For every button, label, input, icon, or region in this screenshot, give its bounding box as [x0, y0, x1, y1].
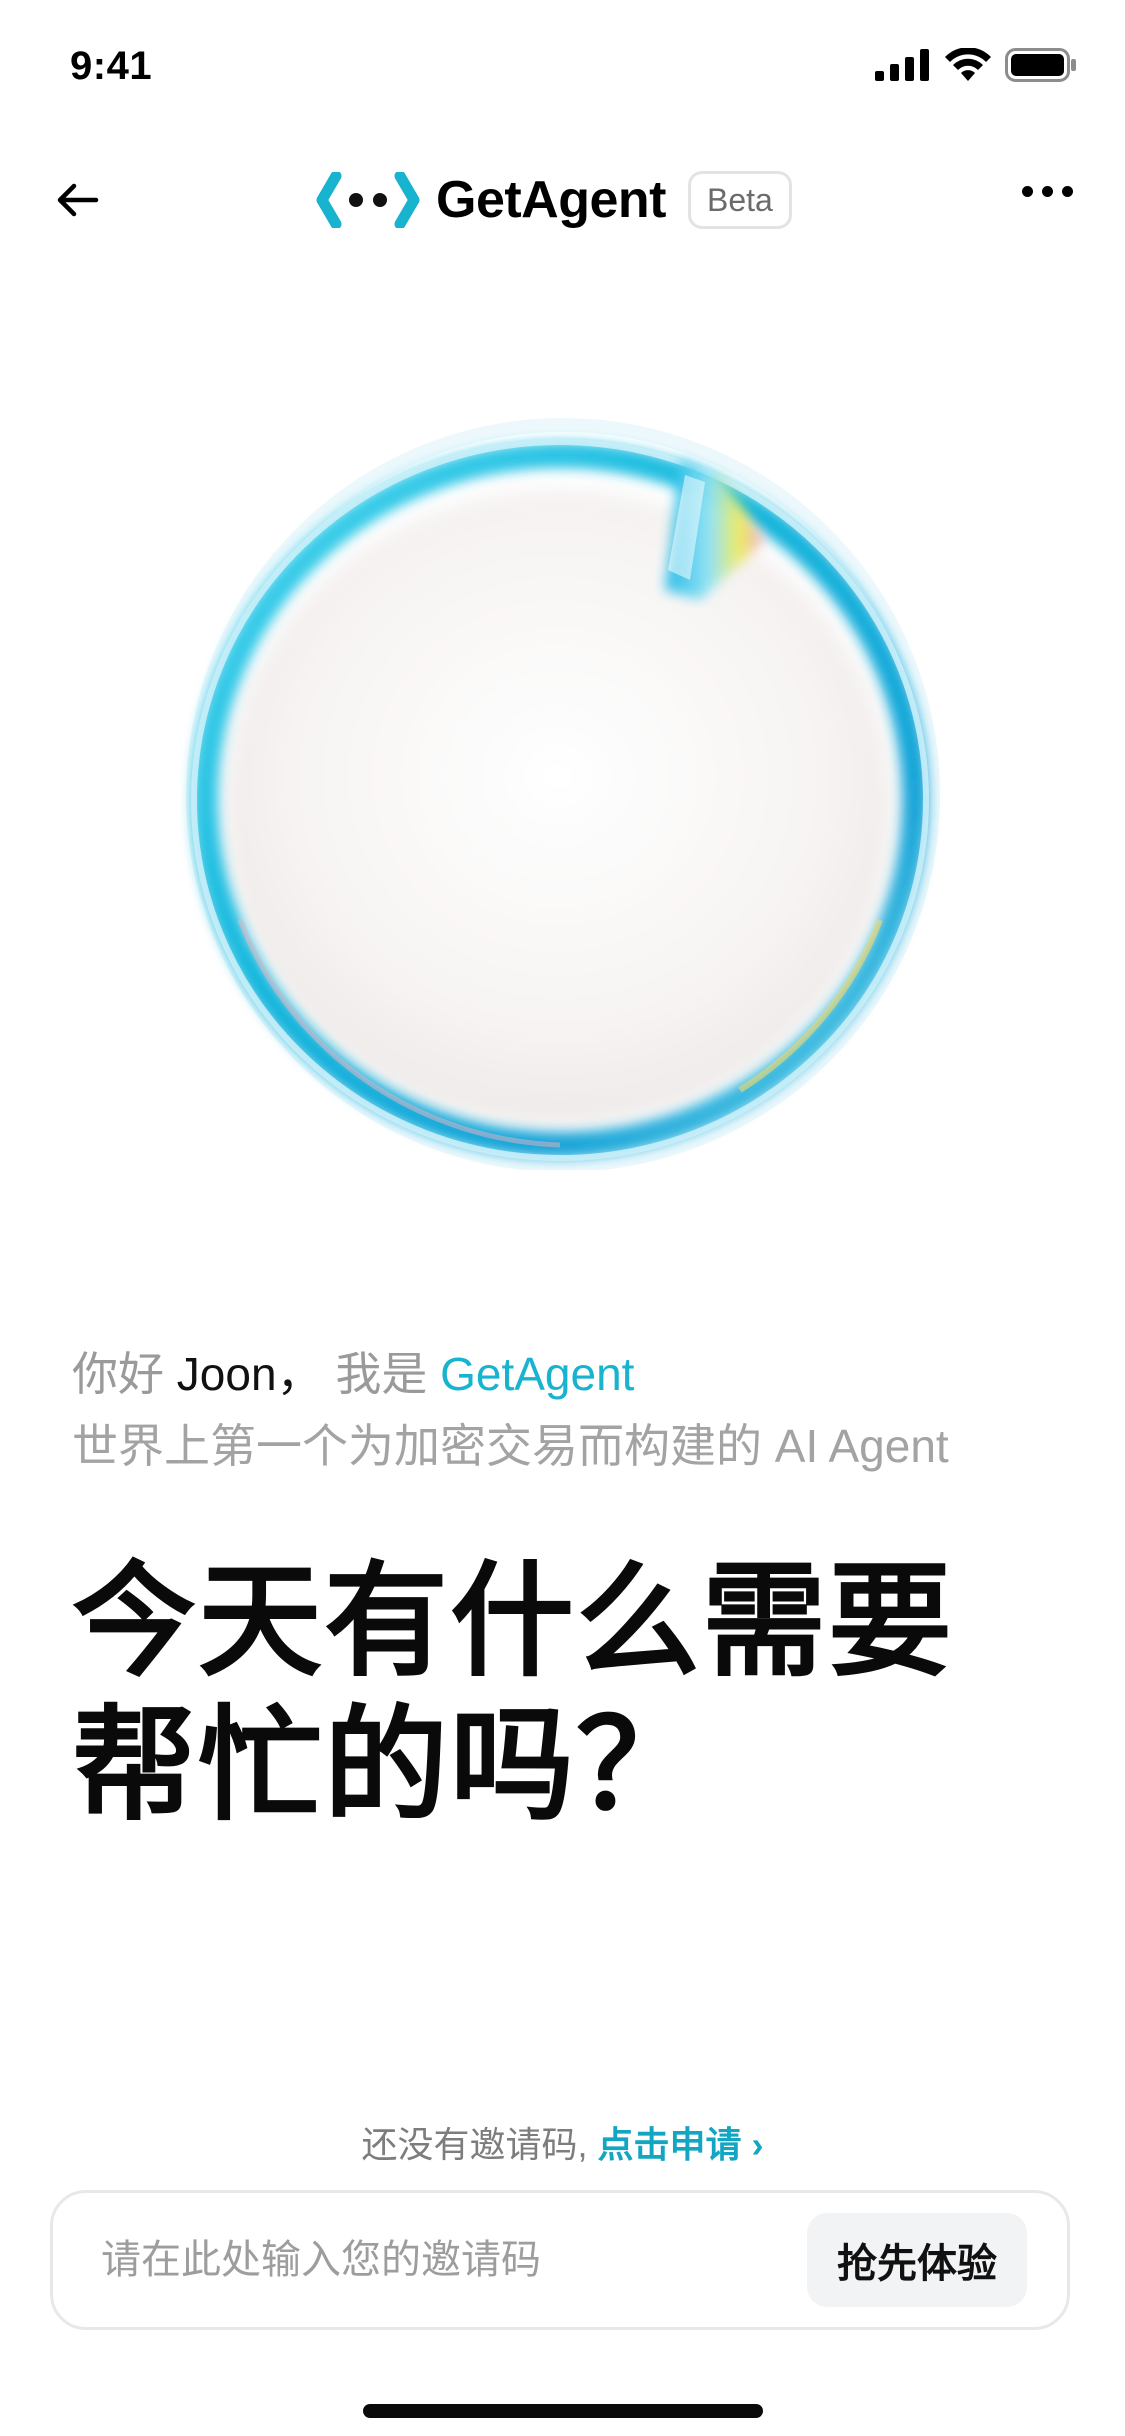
- status-icons: [875, 48, 1077, 82]
- brand-header: GetAgent Beta: [316, 165, 792, 235]
- early-access-button[interactable]: 抢先体验: [807, 2213, 1027, 2307]
- more-icon-dot: [1022, 186, 1033, 197]
- invite-code-card: 抢先体验: [50, 2190, 1070, 2330]
- user-name: Joon: [176, 1348, 277, 1400]
- invite-prompt-text: 还没有邀请码,: [361, 2124, 588, 2165]
- battery-icon: [1005, 48, 1076, 82]
- back-arrow-icon: [57, 183, 99, 217]
- hero-orb-illustration: [180, 400, 950, 1172]
- cellular-signal-icon: [875, 49, 929, 81]
- more-icon-dot: [1062, 186, 1073, 197]
- greeting-line: 你好 Joon， 我是 GetAgent: [72, 1338, 634, 1404]
- orb-graphic: [186, 418, 940, 1172]
- invite-prompt: 还没有邀请码, 点击申请 ›: [0, 2116, 1125, 2168]
- getagent-logo-icon: [316, 172, 420, 228]
- beta-badge: Beta: [688, 171, 792, 229]
- greeting-hello: 你好: [72, 1348, 164, 1400]
- more-button[interactable]: [1022, 186, 1073, 197]
- home-indicator[interactable]: [363, 2404, 763, 2418]
- wifi-icon: [945, 48, 991, 81]
- brand-name: GetAgent: [436, 171, 667, 229]
- agent-name: GetAgent: [440, 1348, 635, 1400]
- chevron-right-icon[interactable]: ›: [752, 2124, 764, 2165]
- more-icon-dot: [1042, 186, 1053, 197]
- status-time: 9:41: [70, 44, 153, 88]
- back-button[interactable]: [50, 172, 106, 228]
- apply-invite-link[interactable]: 点击申请: [598, 2124, 742, 2165]
- invite-code-input[interactable]: [99, 2236, 807, 2284]
- page-headline: 今天有什么需要帮忙的吗？: [72, 1553, 955, 1835]
- greeting-comma: ，: [276, 1348, 323, 1400]
- tagline: 世界上第一个为加密交易而构建的 AI Agent: [72, 1420, 949, 1472]
- greeting-i-am: 我是: [335, 1348, 428, 1400]
